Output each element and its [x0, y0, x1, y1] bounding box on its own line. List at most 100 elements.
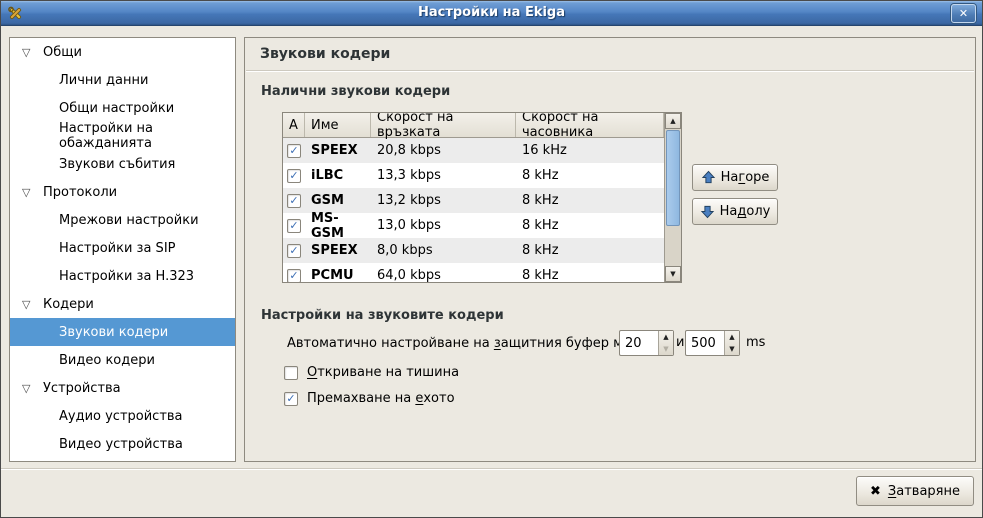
sidebar-item-label: Устройства	[43, 381, 121, 396]
spin-down-icon[interactable]: ▼	[659, 343, 673, 355]
codec-active-checkbox[interactable]: ✓	[287, 219, 301, 233]
column-header-bitrate[interactable]: Скорост на връзката	[371, 113, 516, 137]
up-arrow-icon	[701, 170, 716, 185]
column-header-active[interactable]: A	[283, 113, 305, 137]
sidebar-item-label: Аудио устройства	[59, 409, 183, 424]
sidebar-item-codecs-group[interactable]: ▽ Кодери	[10, 290, 235, 318]
codec-bitrate: 20,8 kbps	[371, 143, 516, 158]
sidebar-item-audio-codecs[interactable]: Звукови кодери	[10, 318, 235, 346]
check-icon: ✓	[286, 392, 295, 405]
table-row[interactable]: ✓ GSM 13,2 kbps 8 kHz	[283, 188, 664, 213]
spin-up-icon[interactable]: ▲	[659, 331, 673, 343]
close-icon[interactable]: ✕	[951, 4, 976, 23]
codec-bitrate: 13,3 kbps	[371, 168, 516, 183]
silence-detection-label: Откриване на тишина	[307, 365, 459, 380]
codec-clockrate: 8 kHz	[516, 193, 664, 208]
close-dialog-label: Затваряне	[888, 484, 960, 499]
column-header-clockrate[interactable]: Скорост на часовника	[516, 113, 664, 137]
codec-active-checkbox[interactable]: ✓	[287, 244, 301, 258]
table-scrollbar[interactable]: ▲ ▼	[664, 113, 681, 282]
move-up-button[interactable]: Нагоре	[692, 164, 778, 191]
codec-active-checkbox[interactable]: ✓	[287, 269, 301, 283]
codec-table-header: A Име Скорост на връзката Скорост на час…	[283, 113, 664, 138]
codecs-section-title: Налични звукови кодери	[261, 84, 450, 99]
codec-active-checkbox[interactable]: ✓	[287, 194, 301, 208]
table-row[interactable]: ✓ MS-GSM 13,0 kbps 8 kHz	[283, 213, 664, 238]
sidebar-item-video-codecs[interactable]: Видео кодери	[10, 346, 235, 374]
sidebar-item-general-settings[interactable]: Общи настройки	[10, 94, 235, 122]
window-title: Настройки на Ekiga	[1, 5, 982, 20]
check-icon: ✓	[289, 144, 298, 157]
titlebar[interactable]: Настройки на Ekiga ✕	[1, 1, 982, 26]
close-x-icon: ✖	[870, 484, 881, 499]
sidebar-item-label: Видео устройства	[59, 437, 183, 452]
codec-active-checkbox[interactable]: ✓	[287, 169, 301, 183]
codec-active-checkbox[interactable]: ✓	[287, 144, 301, 158]
silence-detection-checkbox[interactable]	[284, 366, 298, 380]
codec-clockrate: 8 kHz	[516, 168, 664, 183]
sidebar-item-label: Общи	[43, 45, 82, 60]
sidebar-item-label: Общи настройки	[59, 101, 174, 116]
table-row[interactable]: ✓ iLBC 13,3 kbps 8 kHz	[283, 163, 664, 188]
spin-up-icon[interactable]: ▲	[725, 331, 739, 343]
jitter-max-input[interactable]	[686, 331, 724, 355]
codec-clockrate: 8 kHz	[516, 268, 664, 283]
sidebar-item-general-group[interactable]: ▽ Общи	[10, 38, 235, 66]
footer-separator	[1, 468, 982, 470]
codec-name: PCMU	[305, 268, 371, 283]
check-icon: ✓	[289, 269, 298, 282]
sidebar-item-label: Видео кодери	[59, 353, 155, 368]
jitter-max-spinner: ▲ ▼	[685, 330, 740, 356]
table-row[interactable]: ✓ SPEEX 20,8 kbps 16 kHz	[283, 138, 664, 163]
sidebar-item-label: Настройки за H.323	[59, 269, 194, 284]
expander-icon[interactable]: ▽	[22, 299, 36, 310]
check-icon: ✓	[289, 219, 298, 232]
jitter-unit-label: ms	[746, 335, 765, 350]
sidebar-item-video-devices[interactable]: Видео устройства	[10, 430, 235, 458]
close-dialog-button[interactable]: ✖ Затваряне	[856, 476, 974, 506]
jitter-min-input[interactable]	[620, 331, 658, 355]
page-title: Звукови кодери	[260, 46, 390, 62]
codec-bitrate: 13,0 kbps	[371, 218, 516, 233]
sidebar-item-personal-data[interactable]: Лични данни	[10, 66, 235, 94]
table-row[interactable]: ✓ PCMU 64,0 kbps 8 kHz	[283, 263, 664, 283]
sidebar-item-protocols-group[interactable]: ▽Протоколи	[10, 178, 235, 206]
column-header-name[interactable]: Име	[305, 113, 371, 137]
sidebar-item-label: Настройки за SIP	[59, 241, 176, 256]
jitter-conjunction-label: и	[676, 335, 684, 350]
sidebar-item-sound-events[interactable]: Звукови събития	[10, 150, 235, 178]
table-row[interactable]: ✓ SPEEX 8,0 kbps 8 kHz	[283, 238, 664, 263]
scrollbar-thumb[interactable]	[666, 130, 680, 226]
sidebar-item-devices-group[interactable]: ▽ Устройства	[10, 374, 235, 402]
jitter-buffer-label: Автоматично настройване на защитния буфе…	[287, 336, 659, 351]
scroll-down-icon[interactable]: ▼	[665, 266, 681, 282]
sidebar-item-h323-settings[interactable]: Настройки за H.323	[10, 262, 235, 290]
expander-icon[interactable]: ▽	[22, 187, 36, 198]
expander-icon[interactable]: ▽	[22, 383, 36, 394]
sidebar-item-label: Лични данни	[59, 73, 148, 88]
scroll-up-icon[interactable]: ▲	[665, 113, 681, 129]
sidebar-item-label: Звукови събития	[59, 157, 175, 172]
jitter-min-spinner: ▲ ▼	[619, 330, 674, 356]
down-arrow-icon	[700, 204, 715, 219]
sidebar-item-label: Мрежови настройки	[59, 213, 199, 228]
codec-name: iLBC	[305, 168, 371, 183]
sidebar-item-label: Кодери	[43, 297, 94, 312]
codec-clockrate: 8 kHz	[516, 218, 664, 233]
move-down-label: Надолу	[720, 204, 771, 219]
codec-name: MS-GSM	[305, 211, 371, 241]
move-down-button[interactable]: Надолу	[692, 198, 778, 225]
spin-down-icon[interactable]: ▼	[725, 343, 739, 355]
check-icon: ✓	[289, 194, 298, 207]
codec-clockrate: 8 kHz	[516, 243, 664, 258]
sidebar-item-call-options[interactable]: Настройки на обажданията	[10, 122, 235, 150]
echo-cancellation-label: Премахване на ехото	[307, 391, 455, 406]
sidebar-item-audio-devices[interactable]: Аудио устройства	[10, 402, 235, 430]
check-icon: ✓	[289, 169, 298, 182]
expander-icon[interactable]: ▽	[22, 47, 36, 58]
echo-cancellation-checkbox[interactable]: ✓	[284, 392, 298, 406]
check-icon: ✓	[289, 244, 298, 257]
codec-clockrate: 16 kHz	[516, 143, 664, 158]
sidebar-item-sip-settings[interactable]: Настройки за SIP	[10, 234, 235, 262]
sidebar-item-network-settings[interactable]: Мрежови настройки	[10, 206, 235, 234]
